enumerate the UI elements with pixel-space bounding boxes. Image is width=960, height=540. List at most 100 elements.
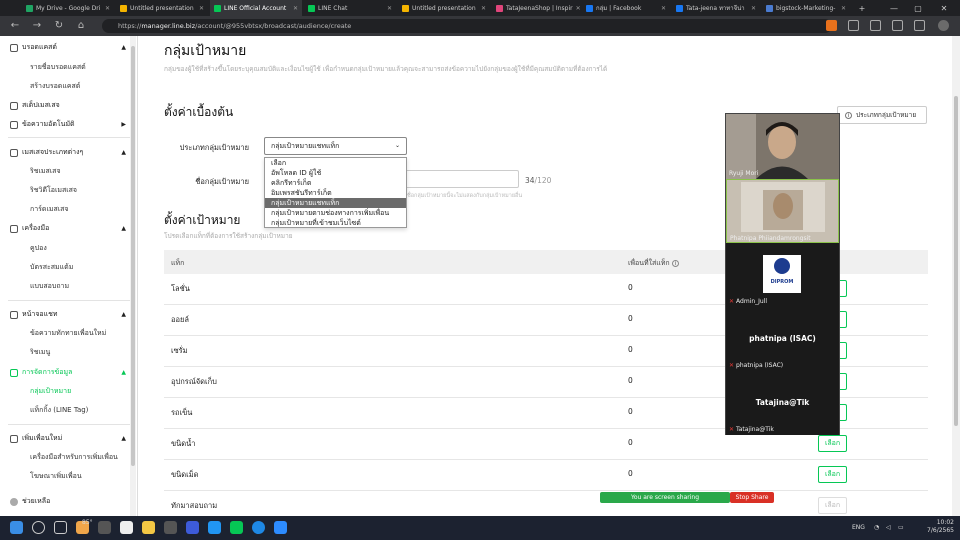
browser-tab[interactable]: Untitled presentation ✕ [398, 0, 490, 16]
close-icon[interactable]: ✕ [576, 5, 580, 12]
dropdown-option[interactable]: อิมเพรสชันรีทาร์เก็ต [265, 188, 406, 198]
chevron-right-icon: ▶ [121, 121, 126, 128]
app-icon[interactable] [208, 521, 221, 534]
select-tag-button[interactable]: เลือก [818, 497, 847, 514]
close-icon[interactable]: ✕ [751, 5, 756, 12]
participant-video-active[interactable]: Phatnipa Phiiandamrongsit [726, 179, 839, 243]
sidebar-item-rich-message[interactable]: ริชเมสเสจ [30, 166, 61, 177]
browser-tab[interactable]: Tata-jeena ทาทาจีน่า ✕ [672, 0, 760, 16]
sidebar-item-greeting[interactable]: ข้อความทักทายเพื่อนใหม่ [30, 328, 106, 339]
close-icon[interactable]: ✕ [481, 5, 486, 12]
extension-icon[interactable] [826, 20, 837, 31]
dropdown-option[interactable]: คลิกรีทาร์เก็ต [265, 178, 406, 188]
volume-icon[interactable]: ◁ [886, 524, 891, 531]
sidebar-item-rich-video[interactable]: ริชวิดีโอเมสเสจ [30, 185, 77, 196]
browser-tab-active[interactable]: LINE Official Account ✕ [210, 0, 302, 16]
sidebar-section-chat-screen[interactable]: หน้าจอแชท ▲ [10, 309, 126, 320]
dropdown-option[interactable]: อัพโหลด ID ผู้ใช้ [265, 168, 406, 178]
select-tag-button[interactable]: เลือก [818, 466, 847, 483]
close-icon[interactable]: ✕ [841, 5, 846, 12]
avatar[interactable] [938, 20, 949, 31]
browser-tab[interactable]: TataJeenaShop | Inspir ✕ [492, 0, 580, 16]
select-tag-button[interactable]: เลือก [818, 435, 847, 452]
sidebar-item-coupon[interactable]: คูปอง [30, 243, 47, 254]
sidebar-section-step-message[interactable]: สเต็ปเมสเสจ [10, 100, 126, 111]
new-tab-icon[interactable]: + [852, 0, 872, 16]
sidebar-section-broadcast[interactable]: บรอดแคสต์ ▲ [10, 42, 126, 53]
audience-type-select[interactable]: กลุ่มเป้าหมายแชทแท็ก ⌄ [264, 137, 407, 155]
store-icon[interactable] [164, 521, 177, 534]
widgets-icon[interactable] [98, 521, 111, 534]
dropdown-option[interactable]: กลุ่มเป้าหมายตามช่องทางการเพิ่มเพื่อน [265, 208, 406, 218]
close-icon[interactable]: ✕ [661, 5, 666, 12]
diprom-logo: DIPROM [763, 255, 801, 293]
sidebar-item-reward-card[interactable]: บัตรสะสมแต้ม [30, 262, 73, 273]
sidebar-item-card-message[interactable]: การ์ดเมสเสจ [30, 204, 69, 215]
sidebar-item-friend-tools[interactable]: เครื่องมือสำหรับการเพิ่มเพื่อน [30, 452, 118, 463]
dropdown-option[interactable]: กลุ่มเป้าหมายที่เข้าชมเว็บไซต์ [265, 218, 406, 228]
audience-type-help-button[interactable]: i ประเภทกลุ่มเป้าหมาย [837, 106, 927, 124]
reload-icon[interactable]: ↻ [52, 19, 66, 33]
calendar-icon[interactable] [120, 521, 133, 534]
extensions-puzzle-icon[interactable] [848, 20, 859, 31]
browser-tab[interactable]: My Drive - Google Dri ✕ [22, 0, 114, 16]
line-icon [214, 4, 221, 12]
participant-tile[interactable]: DIPROM ✕ Admin_Jull [726, 243, 839, 307]
maximize-icon[interactable]: ▢ [908, 0, 928, 16]
sidebar-item-line-tag[interactable]: แท็กกิ้ง (LINE Tag) [30, 405, 88, 416]
sidebar-item-create-broadcast[interactable]: สร้างบรอดแคสต์ [30, 81, 80, 92]
participant-tile[interactable]: phatnipa (ISAC) ✕ phatnipa (ISAC) [726, 307, 839, 371]
zoom-icon[interactable] [274, 521, 287, 534]
battery-icon[interactable]: ▭ [898, 524, 904, 531]
scrollbar-thumb[interactable] [954, 96, 958, 426]
input-language[interactable]: ENG [852, 524, 865, 531]
sidebar-section-data-management[interactable]: การจัดการข้อมูล ▲ [10, 367, 126, 378]
sidebar-help[interactable]: ช่วยเหลือ [10, 496, 126, 507]
sidebar-item-survey[interactable]: แบบสอบถาม [30, 281, 69, 292]
edge-icon[interactable] [252, 521, 265, 534]
browser-tab[interactable]: กลุ่ม | Facebook ✕ [582, 0, 670, 16]
task-view-icon[interactable] [54, 521, 67, 534]
line-app-icon[interactable] [230, 521, 243, 534]
close-icon[interactable]: ✕ [105, 5, 110, 12]
info-icon[interactable]: i [671, 260, 679, 267]
sidebar-item-friend-ads[interactable]: โฆษณาเพิ่มเพื่อน [30, 471, 82, 482]
browser-tab[interactable]: Untitled presentation ✕ [116, 0, 208, 16]
home-icon[interactable]: ⌂ [74, 19, 88, 33]
sidebar-section-auto-reply[interactable]: ข้อความอัตโนมัติ ▶ [10, 119, 126, 130]
participant-tile[interactable]: Tatajina@Tik ✕ Tatajina@Tik [726, 371, 839, 435]
favorites-icon[interactable] [870, 20, 881, 31]
sidebar-scrollbar[interactable] [130, 36, 136, 516]
back-icon[interactable]: ← [8, 19, 22, 33]
sidebar-section-add-friend[interactable]: เพิ่มเพื่อนใหม่ ▲ [10, 433, 126, 444]
app-icon[interactable] [186, 521, 199, 534]
browser-tab[interactable]: LINE Chat ✕ [304, 0, 396, 16]
participant-video[interactable]: Ryuji Mori [726, 114, 839, 179]
minimize-icon[interactable]: — [884, 0, 904, 16]
stop-share-button[interactable]: Stop Share [730, 492, 774, 503]
file-explorer-icon[interactable] [142, 521, 155, 534]
sidebar-item-broadcast-list[interactable]: รายชื่อบรอดแคสต์ [30, 62, 86, 73]
close-icon[interactable]: ✕ [293, 5, 298, 12]
sidebar-item-rich-menu[interactable]: ริชเมนู [30, 347, 50, 358]
collections-icon[interactable] [892, 20, 903, 31]
close-icon[interactable]: ✕ [387, 5, 392, 12]
history-icon[interactable] [914, 20, 925, 31]
close-window-icon[interactable]: ✕ [934, 0, 954, 16]
windows-start-icon[interactable] [10, 521, 23, 534]
sidebar-section-message-types[interactable]: เมสเสจประเภทต่างๆ ▲ [10, 147, 126, 158]
dropdown-option[interactable]: เลือก [265, 158, 406, 168]
main-scrollbar[interactable] [952, 36, 960, 516]
clock[interactable]: 10:02 7/6/2565 [927, 519, 954, 535]
search-icon[interactable] [32, 521, 45, 534]
scrollbar-thumb[interactable] [131, 46, 135, 466]
close-icon[interactable]: ✕ [199, 5, 204, 12]
sidebar-section-tools[interactable]: เครื่องมือ ▲ [10, 223, 126, 234]
wifi-icon[interactable]: ◔ [874, 524, 879, 531]
url-input[interactable]: https://manager.line.biz/account/@955vbt… [102, 19, 832, 33]
sidebar-item-audience[interactable]: กลุ่มเป้าหมาย [30, 386, 71, 397]
browser-tab[interactable]: bigstock-Marketing- ✕ [762, 0, 850, 16]
audience-name-input[interactable] [405, 170, 519, 188]
forward-icon[interactable]: → [30, 19, 44, 33]
dropdown-option-selected[interactable]: กลุ่มเป้าหมายแชทแท็ก [265, 198, 406, 208]
